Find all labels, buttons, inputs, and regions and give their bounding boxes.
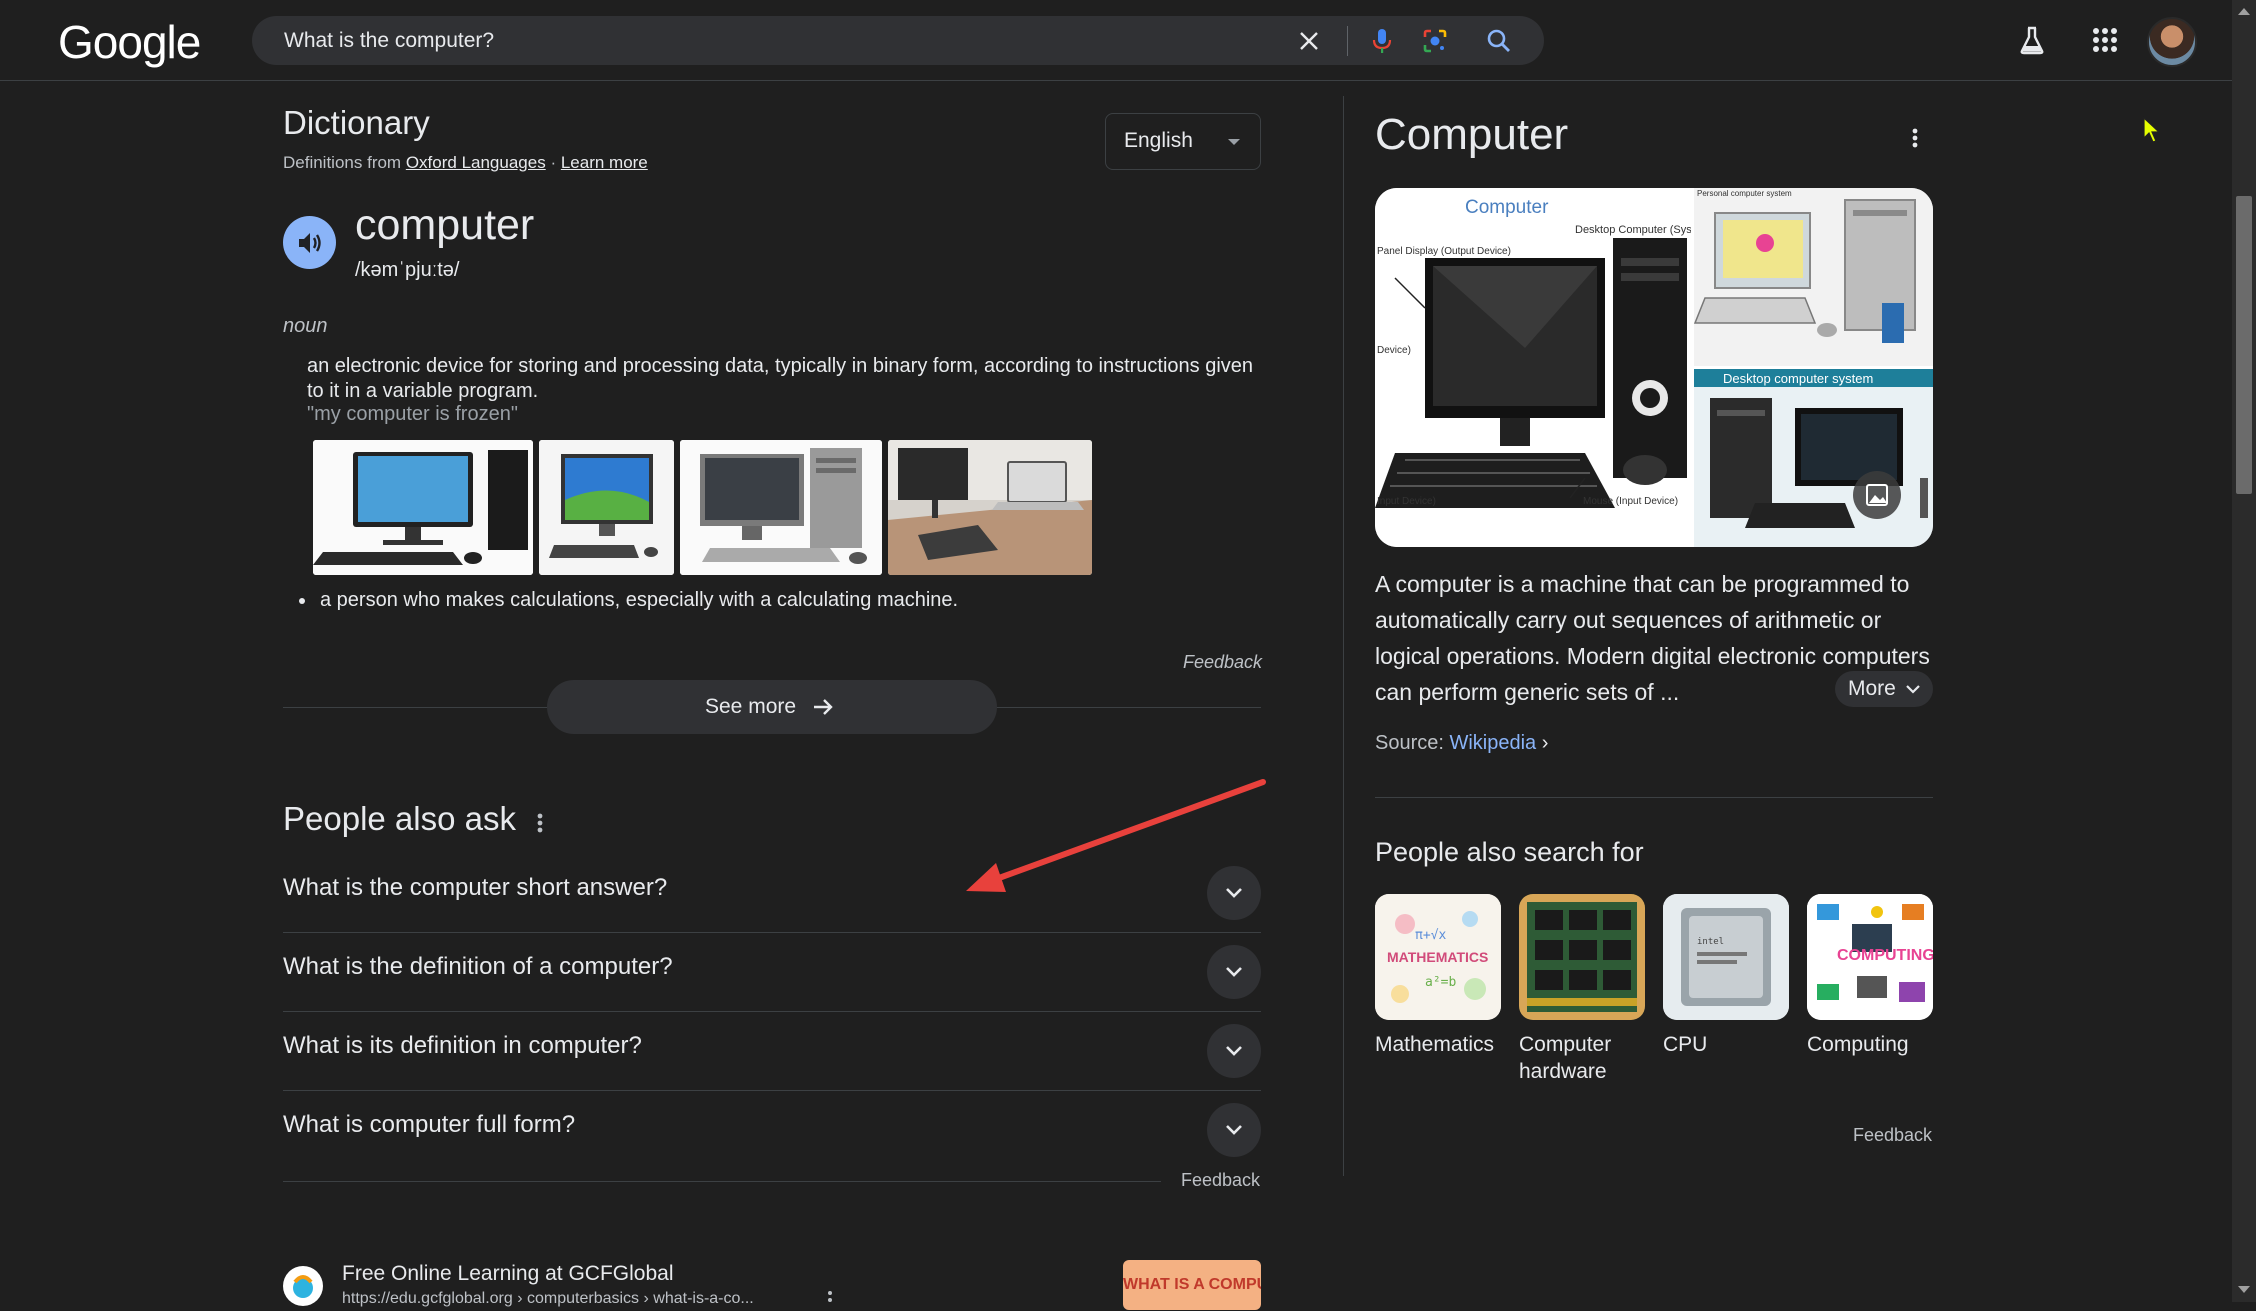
search-input[interactable] <box>284 16 1284 65</box>
paa-question-row[interactable]: What is computer full form? <box>283 1091 1261 1170</box>
image-label-input: Input Device) <box>1377 496 1436 507</box>
people-also-ask-title: People also ask <box>283 800 516 837</box>
knowledge-panel-title: Computer <box>1375 110 1569 159</box>
learn-more-link[interactable]: Learn more <box>561 153 648 172</box>
account-avatar[interactable] <box>2147 17 2197 67</box>
people-also-search-image[interactable]: intel <box>1663 894 1789 1020</box>
annotation-arrow <box>966 779 1266 892</box>
arrow-right-icon <box>814 699 833 715</box>
image-label-device: Device) <box>1377 345 1411 356</box>
chevron-down-icon[interactable] <box>1207 1024 1261 1078</box>
bullet-dot <box>299 598 305 604</box>
chevron-down-icon[interactable] <box>1207 945 1261 999</box>
paa-question-row[interactable]: What is its definition in computer? <box>283 1012 1261 1091</box>
svg-text:π+√x: π+√x <box>1415 928 1446 943</box>
definition-image-4[interactable] <box>888 440 1092 575</box>
search-divider <box>1347 26 1348 56</box>
people-also-search-image[interactable] <box>1519 894 1645 1020</box>
paa-question: What is computer full form? <box>283 1111 576 1138</box>
definition-image-3[interactable] <box>680 440 882 575</box>
result-url[interactable]: https://edu.gcfglobal.org › computerbasi… <box>342 1290 754 1308</box>
result-thumbnail-text: WHAT IS A COMPUTER <box>1123 1276 1261 1293</box>
result-thumbnail[interactable]: WHAT IS A COMPUTER <box>1123 1260 1261 1310</box>
paa-feedback-link[interactable]: Feedback <box>1181 1170 1260 1191</box>
people-also-search-label[interactable]: Computer hardware <box>1519 1031 1629 1085</box>
paa-question: What is its definition in computer? <box>283 1032 642 1059</box>
image-label-desktop-system: Desktop computer system <box>1723 371 1873 386</box>
result-more-options-icon[interactable] <box>826 1290 834 1308</box>
result-site-name[interactable]: Free Online Learning at GCFGlobal <box>342 1262 674 1286</box>
top-bar: Google <box>0 0 2232 81</box>
definition-2: a person who makes calculations, especia… <box>320 589 959 611</box>
definition-image-1[interactable] <box>313 440 533 575</box>
apps-grid-icon[interactable] <box>2085 20 2125 60</box>
definition-image-2[interactable] <box>539 440 674 575</box>
close-icon[interactable] <box>1292 24 1326 58</box>
oxford-languages-link[interactable]: Oxford Languages <box>406 153 546 172</box>
definition-1: an electronic device for storing and pro… <box>307 355 1254 402</box>
knowledge-panel-divider <box>1375 797 1933 798</box>
description-more-button[interactable]: More <box>1835 671 1933 707</box>
labs-flask-icon[interactable] <box>2012 20 2052 60</box>
people-also-search-image[interactable]: COMPUTING <box>1807 894 1933 1020</box>
knowledge-panel-source: Source: Wikipedia › <box>1375 732 1548 755</box>
paa-question: What is the computer short answer? <box>283 874 668 901</box>
chevron-down-icon <box>1906 685 1920 694</box>
image-label-mouse: Mouse (Input Device) <box>1583 496 1678 507</box>
paa-bottom-divider <box>283 1181 1161 1182</box>
chevron-down-icon[interactable] <box>1207 1103 1261 1157</box>
caret-down-icon <box>1228 139 1240 145</box>
scroll-down-arrow[interactable] <box>2238 1286 2250 1293</box>
scroll-up-arrow[interactable] <box>2238 8 2250 15</box>
image-label-personal: Personal computer system <box>1697 189 1792 198</box>
definition-example: "my computer is frozen" <box>307 403 518 425</box>
pronunciation-speaker-button[interactable] <box>283 216 336 269</box>
language-value: English <box>1124 129 1193 152</box>
people-also-search-label[interactable]: Mathematics <box>1375 1031 1494 1058</box>
paa-question: What is the definition of a computer? <box>283 953 673 980</box>
svg-text:MATHEMATICS: MATHEMATICS <box>1387 949 1488 965</box>
dictionary-feedback-link[interactable]: Feedback <box>1183 652 1262 673</box>
search-box[interactable] <box>252 16 1544 65</box>
headword: computer <box>355 201 535 249</box>
chevron-right-icon: › <box>1536 732 1549 754</box>
people-also-search-label[interactable]: CPU <box>1663 1031 1707 1058</box>
people-also-search-label[interactable]: Computing <box>1807 1031 1909 1058</box>
paa-question-row[interactable]: What is the definition of a computer? <box>283 933 1261 1012</box>
dictionary-source: Definitions from Oxford Languages · Lear… <box>283 153 648 173</box>
result-favicon <box>283 1266 323 1306</box>
language-select[interactable]: English <box>1105 113 1261 170</box>
people-also-search-image[interactable]: MATHEMATICS π+√x a²=b <box>1375 894 1501 1020</box>
source-label: Source: <box>1375 732 1450 754</box>
more-options-icon[interactable] <box>534 812 546 839</box>
more-label: More <box>1848 677 1896 700</box>
see-more-button[interactable]: See more <box>547 680 997 734</box>
part-of-speech: noun <box>283 315 328 337</box>
mouse-cursor-icon <box>2143 116 2161 143</box>
column-divider <box>1343 96 1344 1176</box>
lens-icon[interactable] <box>1418 24 1452 58</box>
dictionary-title: Dictionary <box>283 104 430 141</box>
source-separator: · <box>545 153 561 172</box>
svg-text:a²=b: a²=b <box>1425 975 1456 990</box>
svg-text:COMPUTING: COMPUTING <box>1837 947 1933 964</box>
image-label-desktop: Desktop Computer (Syst <box>1575 224 1695 236</box>
people-also-search-title: People also search for <box>1375 837 1644 867</box>
more-options-icon[interactable] <box>1905 124 1925 154</box>
wikipedia-link[interactable]: Wikipedia <box>1449 732 1536 754</box>
page-scrollbar[interactable] <box>2232 0 2256 1302</box>
source-prefix: Definitions from <box>283 153 406 172</box>
microphone-icon[interactable] <box>1365 24 1399 58</box>
see-more-label: See more <box>705 695 797 718</box>
google-logo[interactable]: Google <box>58 15 201 69</box>
svg-text:intel: intel <box>1697 937 1724 947</box>
knowledge-panel-feedback-link[interactable]: Feedback <box>1853 1125 1932 1146</box>
knowledge-panel-image-grid[interactable]: Computer Desktop Computer (Syst Panel Di… <box>1375 188 1933 547</box>
search-icon[interactable] <box>1482 24 1516 58</box>
scroll-thumb[interactable] <box>2236 196 2252 494</box>
speaker-icon <box>298 232 321 253</box>
image-label-panel: Panel Display (Output Device) <box>1377 246 1511 257</box>
image-label-computer: Computer <box>1465 197 1549 218</box>
phonetic: /kəmˈpjuːtə/ <box>355 259 460 281</box>
